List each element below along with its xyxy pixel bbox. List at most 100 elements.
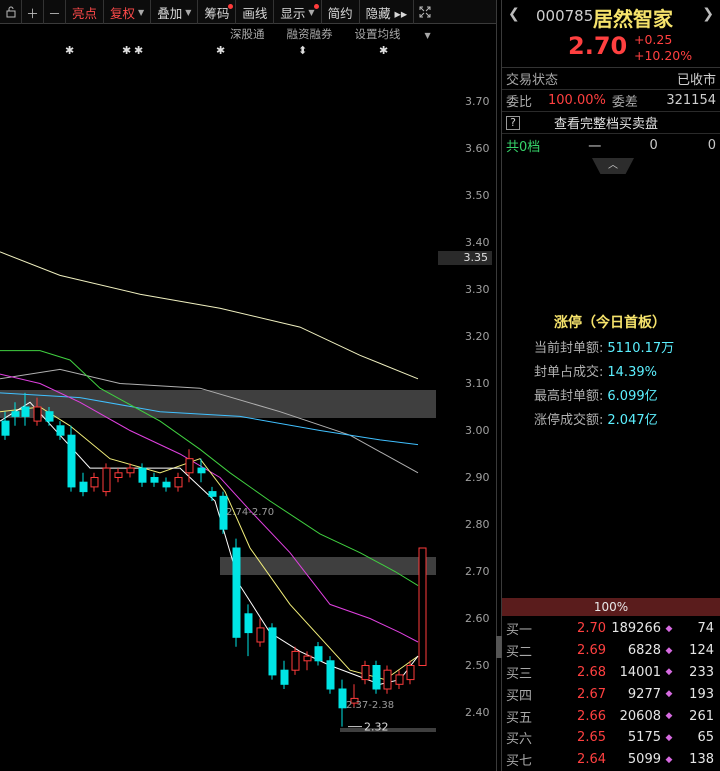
bid-orders: 193: [689, 686, 714, 702]
stock-code: 000785: [536, 7, 594, 25]
lock-icon[interactable]: [0, 0, 22, 24]
weibi-row: 委比 100.00% 委差 321154: [502, 90, 720, 112]
order-dot-icon: ◆: [665, 623, 673, 634]
bid-orders: 138: [689, 752, 714, 768]
total-dash: 一: [588, 139, 602, 155]
price-tick: 3.60: [465, 142, 490, 155]
prev-stock-icon[interactable]: ❮: [508, 6, 520, 22]
bid-row[interactable]: 买七 2.64 5099 ◆ 138: [502, 749, 720, 771]
bid-label: 买四: [506, 688, 533, 704]
bid-list: 买一 2.70 189266 ◆ 74 买二 2.69 6828 ◆ 124 买三 2.68 14001…: [502, 618, 720, 771]
bid-row[interactable]: 买三 2.68 14001 ◆ 233: [502, 662, 720, 684]
limit-label: 涨停成交额:: [534, 413, 604, 428]
bid-label: 买三: [506, 666, 533, 682]
limit-up-title: 涨停（今日首板）: [554, 315, 666, 331]
candle-down: [314, 646, 323, 662]
notification-dot: [313, 4, 319, 9]
candle-down: [197, 467, 206, 474]
candle-down: [21, 406, 30, 417]
chips-button[interactable]: 筹码: [198, 0, 237, 24]
bid-row[interactable]: 买一 2.70 189266 ◆ 74: [502, 618, 720, 640]
fullscreen-icon[interactable]: [414, 0, 436, 24]
ma5-line: [0, 401, 419, 685]
order-dot-icon: ◆: [665, 732, 673, 743]
bid-orders: 65: [697, 730, 714, 746]
help-icon[interactable]: ?: [506, 115, 520, 130]
bid-orders: 233: [689, 664, 714, 680]
bid-label: 买五: [506, 710, 533, 726]
order-dot-icon: ◆: [665, 754, 673, 765]
price-tick: 2.60: [465, 612, 490, 625]
full-depth-row[interactable]: ? 查看完整档买卖盘: [502, 112, 720, 134]
weicha-label: 委差: [611, 95, 638, 110]
zoom-out-icon[interactable]: －: [44, 0, 66, 24]
candle-up: [383, 669, 392, 690]
zoom-in-icon[interactable]: ＋: [22, 0, 44, 24]
candle-down: [244, 613, 253, 634]
candle-down: [11, 411, 20, 417]
adjust-button[interactable]: 复权 ▼: [104, 0, 152, 24]
bid-volume: 14001: [619, 664, 661, 680]
ma120-line: [0, 392, 419, 446]
quote-header: ❮ 000785 居然智家 ❯ 2.70 +0.25 +10.20%: [502, 0, 720, 68]
total-a: 0: [649, 137, 658, 153]
limit-value: 6.099亿: [607, 389, 658, 404]
price-tick: 3.10: [465, 377, 490, 390]
price-tick: 3.20: [465, 330, 490, 343]
change-value: +0.25: [634, 32, 673, 47]
notification-dot: [228, 4, 234, 9]
bid-volume: 6828: [627, 643, 661, 659]
weicha-value: 321154: [666, 93, 716, 108]
hide-button[interactable]: 隐藏 ▸▸: [360, 0, 415, 24]
candle-down: [1, 420, 10, 436]
price-tick: 3.40: [465, 236, 490, 249]
bid-volume: 5099: [627, 752, 661, 768]
candle-up: [303, 655, 312, 662]
display-button[interactable]: 显示 ▼: [274, 0, 322, 24]
price-tick: 3.00: [465, 424, 490, 437]
ma10-line: [0, 406, 419, 681]
candle-up: [185, 458, 194, 474]
candle-down: [79, 481, 88, 493]
highlight-button[interactable]: 亮点: [66, 0, 105, 24]
order-dot-icon: ◆: [665, 689, 673, 700]
price-tick: 2.50: [465, 659, 490, 672]
ma250-line: [0, 251, 419, 380]
crosshair-price-label: 3.35: [438, 251, 492, 265]
candle-up: [256, 627, 265, 643]
limit-label: 最高封单额:: [534, 389, 604, 404]
candle-up: [90, 477, 99, 488]
overlay-button[interactable]: 叠加 ▼: [151, 0, 199, 24]
price-tick: 2.40: [465, 706, 490, 719]
chevron-down-icon: ▼: [308, 7, 315, 17]
candle-down: [326, 660, 335, 690]
candlestick-chart[interactable]: 2.74-2.70 2.37-2.38 2.32: [0, 24, 440, 771]
candle-down: [372, 665, 381, 690]
trade-status-label: 交易状态: [506, 73, 559, 88]
bid-row[interactable]: 买六 2.65 5175 ◆ 65: [502, 727, 720, 749]
full-depth-link[interactable]: 查看完整档买卖盘: [554, 113, 658, 132]
bid-row[interactable]: 买二 2.69 6828 ◆ 124: [502, 640, 720, 662]
draw-line-button[interactable]: 画线: [236, 0, 275, 24]
candle-down: [56, 425, 65, 436]
bid-label: 买一: [506, 623, 533, 639]
limit-value: 14.39%: [607, 365, 657, 380]
total-levels-label: 共0档: [506, 139, 541, 155]
bid-row[interactable]: 买五 2.66 20608 ◆ 261: [502, 705, 720, 727]
chart-toolbar: ＋ － 亮点 复权 ▼ 叠加 ▼ 筹码 画线 显示 ▼ 简约 隐藏 ▸▸: [0, 0, 496, 24]
price-tick: 3.30: [465, 283, 490, 296]
candle-down: [280, 669, 289, 685]
bid-price: 2.66: [577, 708, 606, 724]
next-stock-icon[interactable]: ❯: [702, 6, 714, 22]
limit-row: 最高封单额: 6.099亿: [534, 387, 714, 406]
limit-row: 涨停成交额: 2.047亿: [534, 411, 714, 430]
bid-price: 2.70: [577, 621, 606, 637]
candle-down: [138, 467, 147, 483]
expand-up-icon[interactable]: ︿: [592, 158, 634, 174]
chevron-down-icon: ▼: [138, 7, 145, 17]
limit-row: 封单占成交: 14.39%: [534, 363, 714, 382]
bid-row[interactable]: 买四 2.67 9277 ◆ 193: [502, 683, 720, 705]
trade-status-value: 已收市: [676, 73, 716, 88]
simple-button[interactable]: 简约: [322, 0, 360, 24]
limit-row: 当前封单额: 5110.17万: [534, 339, 714, 358]
